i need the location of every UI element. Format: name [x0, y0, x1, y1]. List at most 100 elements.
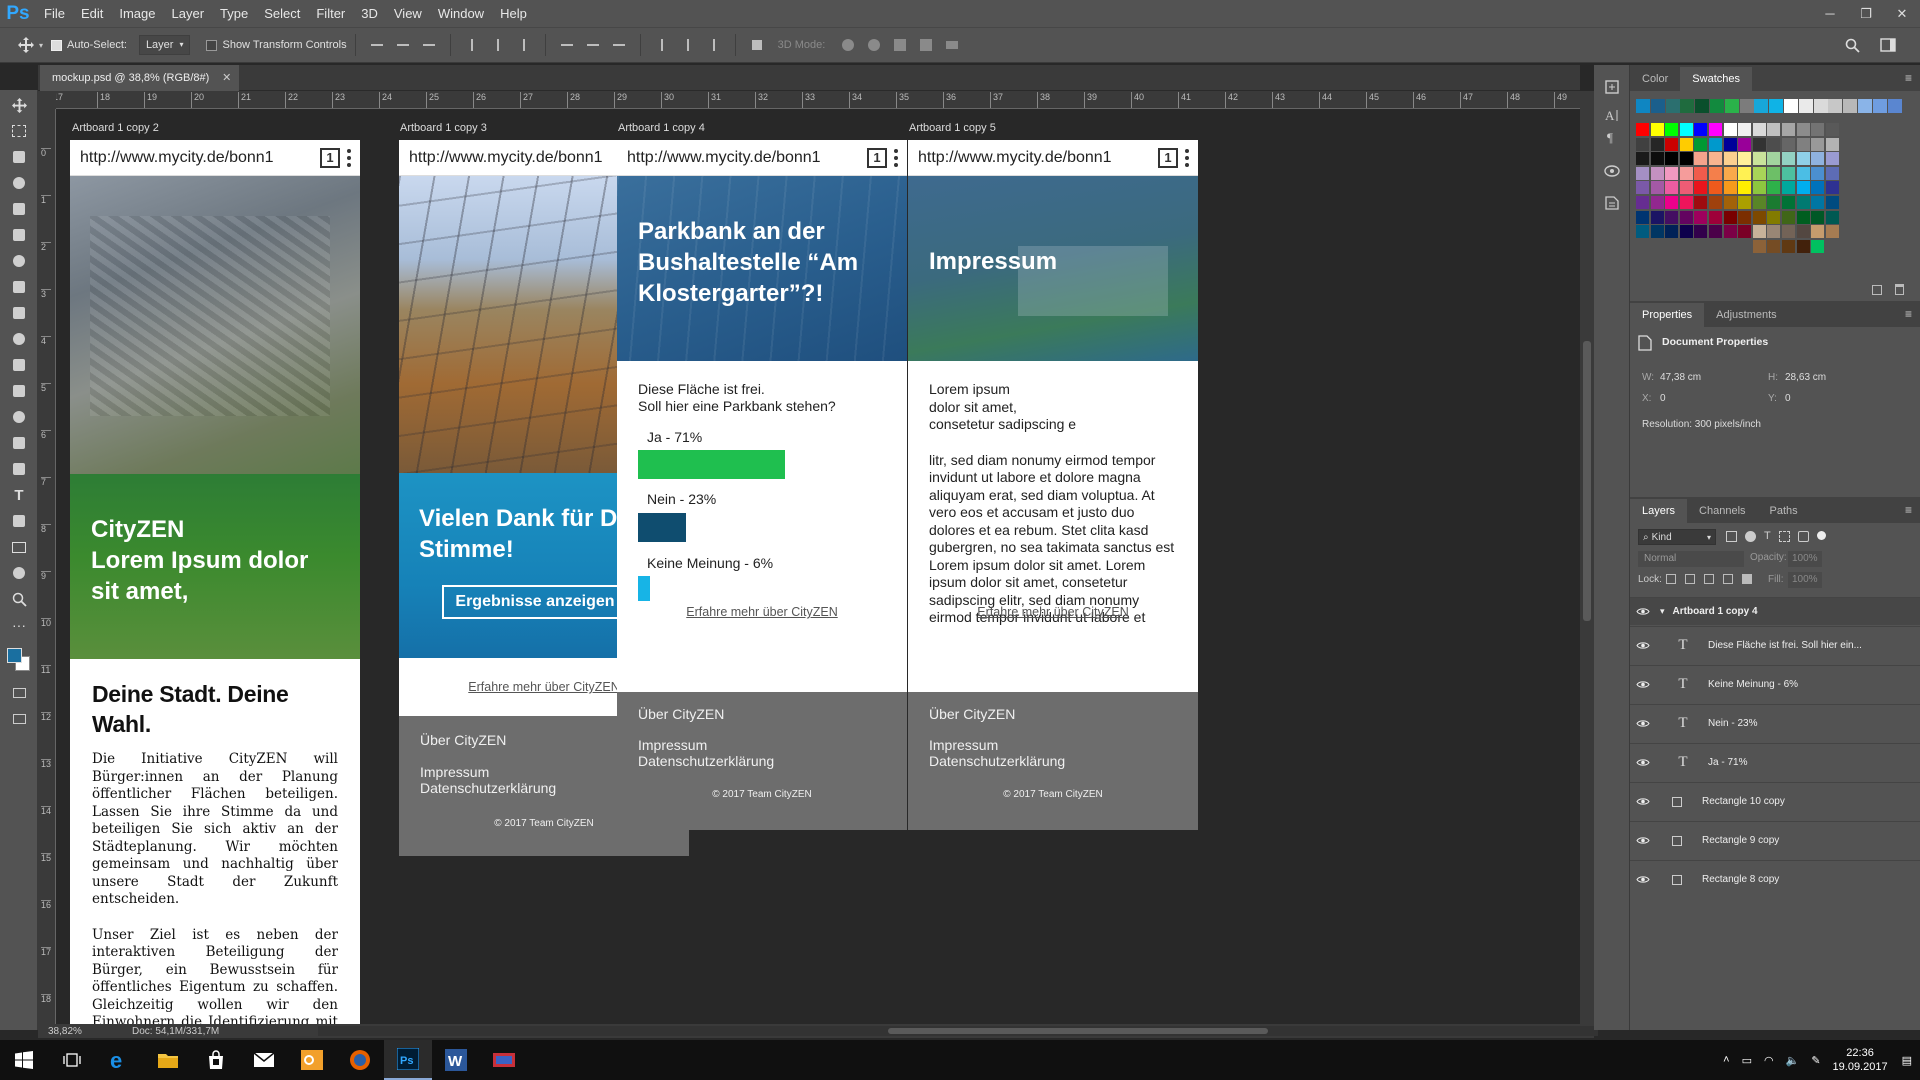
artboard-label[interactable]: Artboard 1 copy 2 — [72, 122, 159, 134]
history-icon[interactable] — [1604, 79, 1620, 95]
firefox-icon[interactable] — [336, 1040, 384, 1080]
layer-row[interactable]: T Ja - 71% — [1630, 743, 1920, 781]
color-swatch[interactable] — [1738, 225, 1752, 239]
color-swatch[interactable] — [1709, 166, 1722, 180]
color-swatch[interactable] — [1858, 99, 1872, 113]
y-value[interactable]: 0 — [1785, 393, 1791, 404]
color-swatch[interactable] — [1796, 210, 1810, 224]
color-swatch[interactable] — [1723, 137, 1737, 151]
color-swatch[interactable] — [1679, 181, 1693, 195]
color-swatch[interactable] — [1796, 152, 1810, 166]
type-filter-icon[interactable]: T — [1764, 531, 1771, 542]
color-swatch[interactable] — [1752, 210, 1766, 224]
scroll-thumb[interactable] — [1583, 341, 1591, 621]
new-swatch-icon[interactable] — [1872, 285, 1882, 295]
color-swatch[interactable] — [1825, 137, 1839, 151]
color-swatch[interactable] — [1680, 99, 1695, 113]
eraser-tool-icon[interactable] — [0, 352, 38, 378]
distribute-right-icon[interactable] — [706, 37, 722, 53]
color-swatch[interactable] — [1650, 210, 1664, 224]
color-swatch[interactable] — [1752, 137, 1766, 151]
more-tool-icon[interactable]: ··· — [0, 612, 38, 638]
3d-scale-icon[interactable] — [944, 37, 960, 53]
color-swatch[interactable] — [1665, 137, 1679, 151]
color-swatch[interactable] — [1767, 181, 1781, 195]
color-swatch[interactable] — [1694, 123, 1708, 136]
scroll-thumb[interactable] — [888, 1028, 1268, 1034]
color-swatch[interactable] — [1767, 196, 1781, 209]
layer-row[interactable]: T Diese Fläche ist frei. Soll hier ein... — [1630, 626, 1920, 664]
color-swatch[interactable] — [1872, 99, 1887, 113]
color-swatch[interactable] — [1752, 123, 1766, 136]
color-swatch[interactable] — [1811, 210, 1825, 224]
align-vcenter-icon[interactable] — [395, 37, 411, 53]
color-swatch[interactable] — [1738, 152, 1752, 166]
opacity-input[interactable]: 100% — [1788, 551, 1822, 567]
align-right-icon[interactable] — [516, 37, 532, 53]
color-swatch[interactable] — [1767, 225, 1781, 239]
color-swatch[interactable] — [1811, 166, 1825, 180]
color-swatch[interactable] — [1738, 210, 1752, 224]
color-swatch[interactable] — [1709, 152, 1722, 166]
color-swatch[interactable] — [1767, 166, 1781, 180]
color-swatch[interactable] — [1738, 123, 1752, 136]
color-swatch[interactable] — [1636, 123, 1649, 136]
tab-channels[interactable]: Channels — [1687, 499, 1757, 523]
color-swatch[interactable] — [1782, 196, 1795, 209]
eye-icon[interactable] — [1630, 836, 1656, 845]
zoom-tool-icon[interactable] — [0, 586, 38, 612]
menu-window[interactable]: Window — [430, 0, 492, 27]
distribute-top-icon[interactable] — [559, 37, 575, 53]
lock-paint-icon[interactable] — [1685, 574, 1695, 584]
color-swatch[interactable] — [1723, 225, 1737, 239]
horizontal-ruler[interactable]: 17 18 19 20 21 22 23 24 25 26 27 28 29 30 31 32 33 34 35 36… — [56, 91, 1580, 109]
color-swatch[interactable] — [1723, 181, 1737, 195]
photoshop-taskbar-icon[interactable]: Ps — [384, 1040, 432, 1080]
artboard-copy-4[interactable]: http://www.mycity.de/bonn1 1 Parkbank an… — [617, 140, 907, 830]
close-icon[interactable]: ✕ — [222, 65, 231, 91]
show-results-button[interactable]: Ergebnisse anzeigen — [442, 585, 628, 619]
auto-align-icon[interactable] — [749, 37, 765, 53]
eyedropper-tool-icon[interactable] — [0, 222, 38, 248]
notifications-icon[interactable]: ▤ — [1902, 1054, 1912, 1067]
pen-tool-icon[interactable] — [0, 456, 38, 482]
color-swatch[interactable] — [1767, 123, 1781, 136]
color-swatch[interactable] — [1782, 210, 1795, 224]
color-swatch[interactable] — [1679, 137, 1693, 151]
file-explorer-icon[interactable] — [144, 1040, 192, 1080]
color-swatch[interactable] — [1650, 99, 1665, 113]
color-swatch[interactable] — [1650, 225, 1664, 239]
color-swatch[interactable] — [1782, 225, 1795, 239]
tab-swatches[interactable]: Swatches — [1680, 67, 1752, 91]
color-swatch[interactable] — [1813, 99, 1828, 113]
color-swatch[interactable] — [1825, 166, 1839, 180]
color-swatch[interactable] — [1709, 181, 1722, 195]
menu-select[interactable]: Select — [256, 0, 308, 27]
eye-icon[interactable] — [1630, 875, 1656, 884]
distribute-hcenter-icon[interactable] — [680, 37, 696, 53]
color-swatch[interactable] — [1650, 137, 1664, 151]
color-swatch[interactable] — [1811, 196, 1825, 209]
color-swatch[interactable] — [1796, 196, 1810, 209]
menu-type[interactable]: Type — [212, 0, 256, 27]
artboard-label[interactable]: Artboard 1 copy 4 — [618, 122, 705, 134]
color-swatch[interactable] — [1636, 181, 1649, 195]
quick-select-tool-icon[interactable] — [0, 170, 38, 196]
panel-menu-icon[interactable]: ≡ — [1905, 71, 1912, 85]
color-swatch[interactable] — [1694, 196, 1708, 209]
distribute-bottom-icon[interactable] — [611, 37, 627, 53]
search-icon[interactable] — [1845, 38, 1860, 53]
move-tool-icon[interactable] — [0, 92, 38, 118]
color-swatch[interactable] — [1636, 166, 1649, 180]
filter-toggle-icon[interactable] — [1816, 531, 1826, 540]
eye-icon[interactable] — [1630, 680, 1656, 689]
menu-layer[interactable]: Layer — [164, 0, 213, 27]
align-left-icon[interactable] — [464, 37, 480, 53]
lock-pixels-icon[interactable] — [1666, 574, 1676, 584]
adjustment-filter-icon[interactable] — [1745, 531, 1756, 542]
color-swatch[interactable] — [1782, 181, 1795, 195]
color-swatch[interactable] — [1767, 210, 1781, 224]
width-value[interactable]: 47,38 cm — [1660, 372, 1701, 383]
color-swatch[interactable] — [1752, 152, 1766, 166]
quick-mask-icon[interactable] — [0, 680, 38, 706]
